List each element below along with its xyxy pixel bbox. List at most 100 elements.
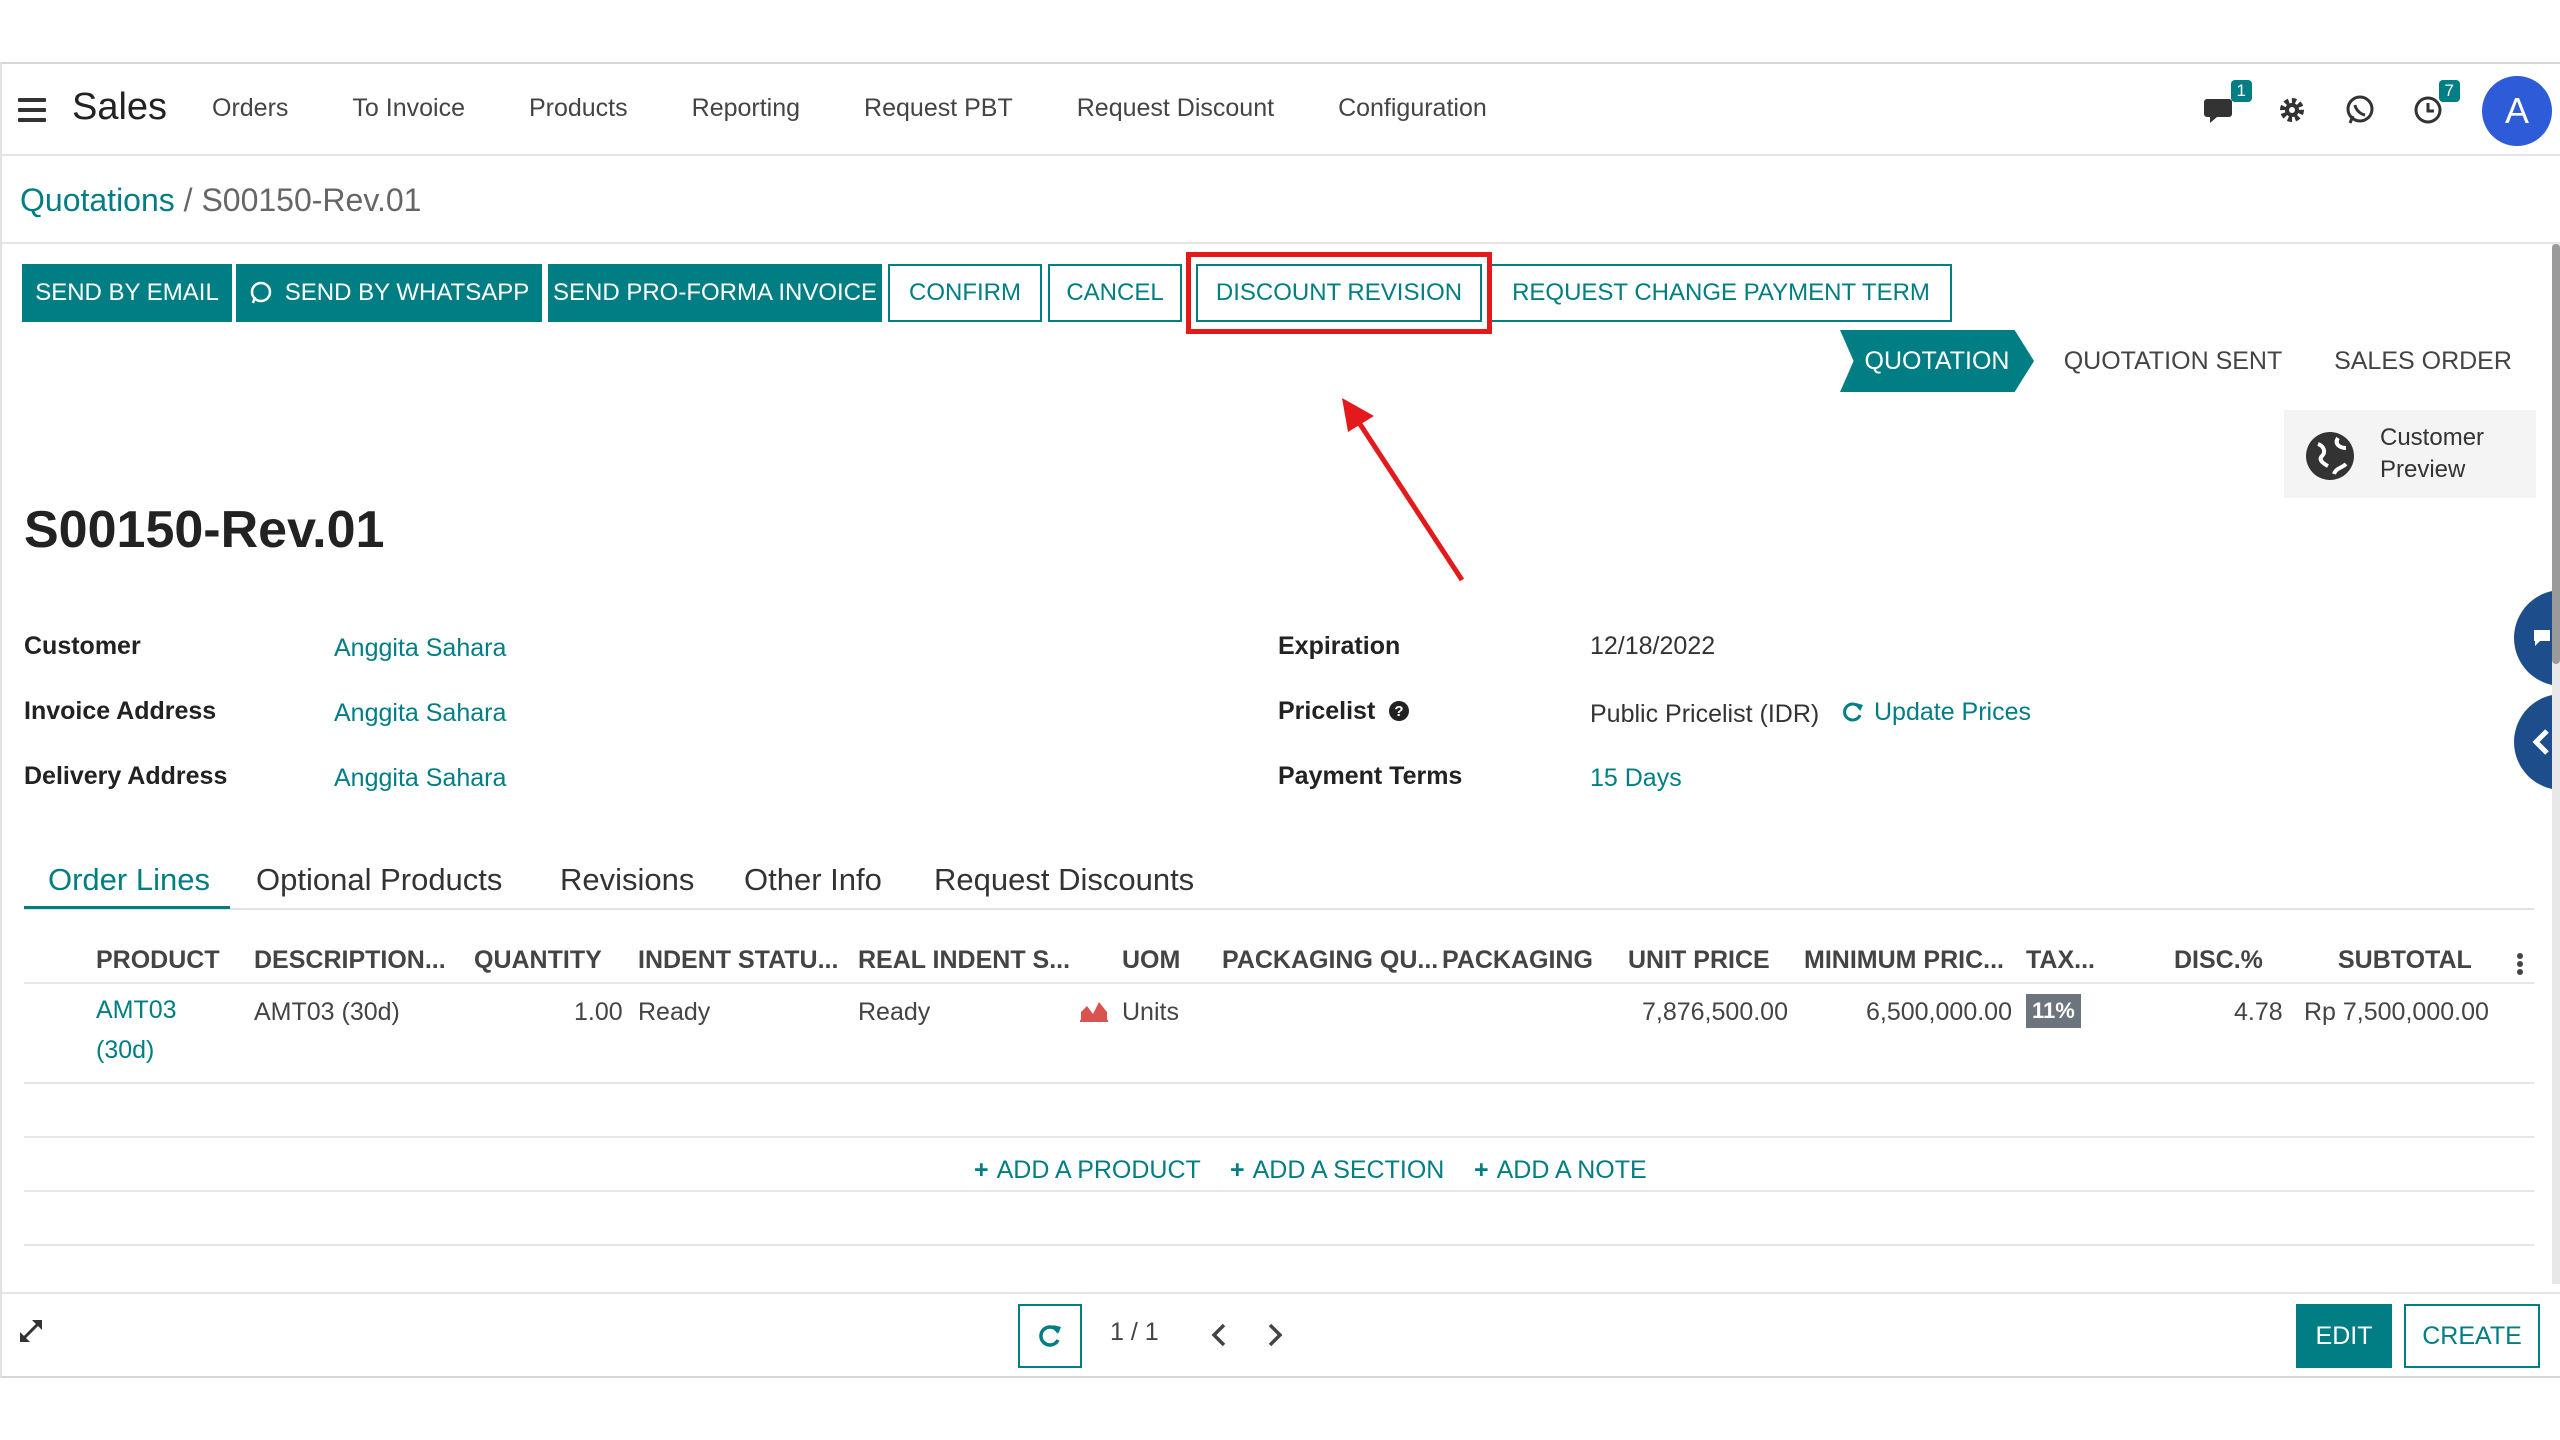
menu-toggle-icon[interactable]	[18, 98, 46, 122]
update-prices-label: Update Prices	[1874, 698, 2032, 726]
whatsapp-icon	[2346, 95, 2374, 124]
forecast-chart-icon[interactable]	[1080, 998, 1108, 1022]
customer-preview-button[interactable]: Customer Preview	[2284, 410, 2536, 498]
settings-button[interactable]	[2270, 84, 2314, 136]
col-indent-status[interactable]: INDENT STATU...	[638, 946, 838, 975]
menu-reporting[interactable]: Reporting	[692, 94, 800, 123]
pricelist-value[interactable]: Public Pricelist (IDR)	[1590, 700, 1819, 729]
update-prices-button[interactable]: Update Prices	[1842, 698, 2031, 727]
plus-icon: +	[1230, 1156, 1245, 1184]
help-icon[interactable]: ?	[1388, 700, 1410, 722]
add-note-button[interactable]: + ADD A NOTE	[1474, 1156, 1647, 1185]
tab-other-info[interactable]: Other Info	[744, 862, 882, 898]
tab-optional-products[interactable]: Optional Products	[256, 862, 502, 898]
menu-request-discount[interactable]: Request Discount	[1077, 94, 1274, 123]
tabs-divider	[24, 908, 2534, 910]
menu-to-invoice[interactable]: To Invoice	[352, 94, 465, 123]
invoice-address-label: Invoice Address	[24, 697, 217, 725]
add-section-button[interactable]: + ADD A SECTION	[1230, 1156, 1444, 1185]
delivery-address-label: Delivery Address	[24, 762, 228, 790]
col-disc[interactable]: DISC.%	[2174, 946, 2263, 975]
col-product[interactable]: PRODUCT	[96, 946, 220, 975]
send-by-email-button[interactable]: SEND BY EMAIL	[22, 264, 232, 322]
gear-icon	[2280, 98, 2304, 122]
tab-request-discounts[interactable]: Request Discounts	[934, 862, 1194, 898]
top-navbar: Sales Orders To Invoice Products Reporti…	[2, 64, 2560, 156]
col-subtotal[interactable]: SUBTOTAL	[2338, 946, 2472, 975]
send-by-whatsapp-label: SEND BY WHATSAPP	[284, 279, 530, 306]
add-product-label: ADD A PRODUCT	[996, 1156, 1201, 1184]
col-unit-price[interactable]: UNIT PRICE	[1628, 946, 1770, 975]
customer-label: Customer	[24, 632, 141, 660]
row-minimum-price: 6,500,000.00	[1866, 998, 2012, 1026]
menu-request-pbt[interactable]: Request PBT	[864, 94, 1013, 123]
activities-button[interactable]: 7	[2406, 80, 2460, 136]
col-quantity[interactable]: QUANTITY	[474, 946, 602, 975]
col-real-indent[interactable]: REAL INDENT S...	[858, 946, 1070, 975]
row-uom: Units	[1122, 998, 1179, 1026]
pager-value[interactable]: 1 / 1	[1110, 1318, 1159, 1347]
highlight-box	[1186, 252, 1492, 334]
payment-terms-value[interactable]: 15 Days	[1590, 764, 1682, 793]
refresh-icon	[1039, 1325, 1061, 1347]
row-product[interactable]: AMT03 (30d)	[96, 990, 177, 1070]
whatsapp-button[interactable]	[2338, 84, 2382, 136]
create-button[interactable]: CREATE	[2404, 1304, 2540, 1368]
col-packaging-qty[interactable]: PACKAGING QU...	[1222, 946, 1438, 975]
avatar[interactable]: A	[2482, 76, 2552, 146]
main-menu: Orders To Invoice Products Reporting Req…	[212, 94, 1551, 123]
empty-row-divider	[24, 1190, 2534, 1192]
column-options-icon[interactable]	[2516, 952, 2524, 976]
customer-preview-line2: Preview	[2380, 456, 2466, 483]
row-description: AMT03 (30d)	[254, 998, 400, 1026]
status-quotation-sent[interactable]: QUOTATION SENT	[2034, 330, 2312, 392]
footer-divider	[2, 1292, 2560, 1294]
row-subtotal: Rp 7,500,000.00	[2304, 998, 2489, 1026]
customer-value[interactable]: Anggita Sahara	[334, 634, 506, 663]
confirm-button[interactable]: CONFIRM	[888, 264, 1042, 322]
col-minimum-price[interactable]: MINIMUM PRIC...	[1804, 946, 2004, 975]
col-description[interactable]: DESCRIPTION...	[254, 946, 446, 975]
plus-icon: +	[974, 1156, 989, 1184]
breadcrumb-quotations[interactable]: Quotations	[20, 182, 175, 218]
tab-order-lines[interactable]: Order Lines	[48, 862, 210, 898]
expiration-label: Expiration	[1278, 632, 1401, 660]
pager-next-icon[interactable]	[1266, 1322, 1284, 1348]
expiration-value[interactable]: 12/18/2022	[1590, 632, 1715, 661]
add-note-label: ADD A NOTE	[1496, 1156, 1647, 1184]
tab-revisions[interactable]: Revisions	[560, 862, 694, 898]
send-proforma-invoice-button[interactable]: SEND PRO-FORMA INVOICE	[548, 264, 882, 322]
col-tax[interactable]: TAX...	[2026, 946, 2095, 975]
invoice-address-value[interactable]: Anggita Sahara	[334, 699, 506, 728]
delivery-address-value[interactable]: Anggita Sahara	[334, 764, 506, 793]
breadcrumb-separator: /	[174, 182, 202, 218]
menu-configuration[interactable]: Configuration	[1338, 94, 1487, 123]
customer-preview-line1: Customer	[2380, 424, 2485, 451]
reload-button[interactable]	[1018, 1304, 1082, 1368]
menu-orders[interactable]: Orders	[212, 94, 288, 123]
expand-icon[interactable]	[18, 1318, 44, 1344]
col-packaging[interactable]: PACKAGING	[1442, 946, 1593, 975]
request-change-payment-term-button[interactable]: REQUEST CHANGE PAYMENT TERM	[1490, 264, 1952, 322]
row-tax-badge: 11%	[2026, 994, 2081, 1028]
globe-icon	[2306, 432, 2354, 480]
breadcrumb-current: S00150-Rev.01	[201, 182, 422, 218]
row-real-indent: Ready	[858, 998, 931, 1026]
scrollbar-thumb[interactable]	[2552, 244, 2560, 664]
row-disc: 4.78	[2234, 998, 2283, 1026]
send-by-whatsapp-button[interactable]: SEND BY WHATSAPP	[236, 264, 542, 322]
col-uom[interactable]: UOM	[1122, 946, 1180, 975]
cancel-button[interactable]: CANCEL	[1048, 264, 1182, 322]
app-name: Sales	[72, 86, 168, 128]
edit-button[interactable]: EDIT	[2296, 1304, 2392, 1368]
plus-icon: +	[1474, 1156, 1489, 1184]
whatsapp-icon	[250, 281, 271, 304]
pager-previous-icon[interactable]	[1210, 1322, 1228, 1348]
app-window: Sales Orders To Invoice Products Reporti…	[0, 62, 2560, 1378]
status-quotation[interactable]: QUOTATION	[1840, 330, 2034, 392]
add-product-button[interactable]: + ADD A PRODUCT	[974, 1156, 1201, 1185]
menu-products[interactable]: Products	[529, 94, 628, 123]
messages-button[interactable]: 1	[2198, 80, 2252, 136]
pricelist-label-text: Pricelist	[1278, 697, 1376, 725]
status-sales-order[interactable]: SALES ORDER	[2312, 330, 2534, 392]
